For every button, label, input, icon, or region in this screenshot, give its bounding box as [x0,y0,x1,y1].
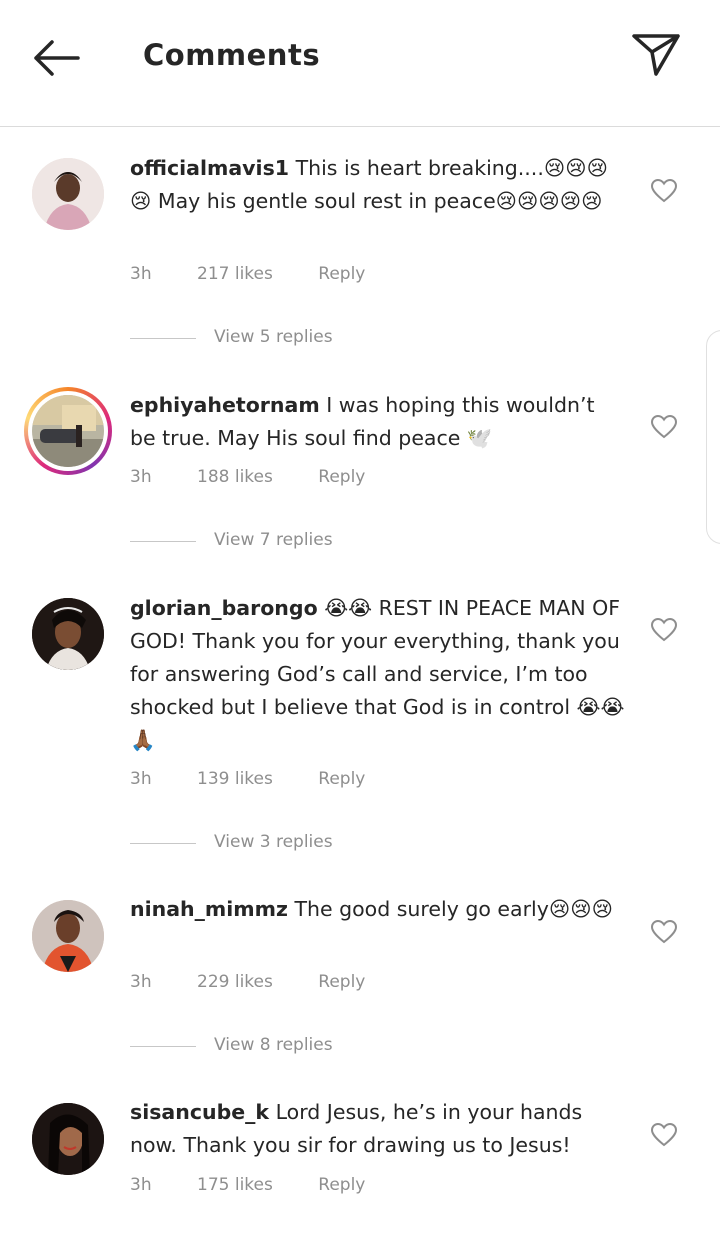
comment-username[interactable]: sisancube_k [130,1100,269,1124]
comment-text: ephiyahetornam I was hoping this wouldn’… [130,389,625,455]
avatar[interactable] [32,1103,104,1175]
view-replies-label[interactable]: View 3 replies [214,832,333,852]
comment-text: glorian_barongo 😭😭 REST IN PEACE MAN OF … [130,592,625,757]
divider [130,338,196,339]
view-replies-label[interactable]: View 8 replies [214,1035,333,1055]
reply-button[interactable]: Reply [318,264,365,284]
comment-meta: 3h 229 likes Reply [130,972,365,992]
comment-time: 3h [130,1175,152,1195]
heart-icon [650,1122,678,1147]
reply-button[interactable]: Reply [318,467,365,487]
comment-meta: 3h 217 likes Reply [130,264,365,284]
like-button[interactable] [650,178,678,204]
comment-likes[interactable]: 175 likes [197,1175,273,1195]
divider [130,1046,196,1047]
avatar[interactable] [32,158,104,230]
share-button[interactable] [628,28,684,80]
comment-time: 3h [130,972,152,992]
header: Comments [0,0,720,127]
reply-button[interactable]: Reply [318,769,365,789]
comment-body: The good surely go early😢😢😢 [294,897,613,921]
page-title: Comments [143,38,321,72]
heart-icon [650,617,678,642]
divider [130,843,196,844]
avatar-image [32,395,104,467]
comment-meta: 3h 188 likes Reply [130,467,365,487]
comment-username[interactable]: glorian_barongo [130,596,318,620]
comment-text: ninah_mimmz The good surely go early😢😢😢 [130,893,625,926]
view-replies-label[interactable]: View 7 replies [214,530,333,550]
avatar[interactable] [32,900,104,972]
comment-text: sisancube_k Lord Jesus, he’s in your han… [130,1096,625,1162]
like-button[interactable] [650,617,678,643]
side-panel-edge[interactable] [706,330,720,544]
comment-meta: 3h 175 likes Reply [130,1175,365,1195]
comment-likes[interactable]: 217 likes [197,264,273,284]
comment-time: 3h [130,467,152,487]
comment-username[interactable]: officialmavis1 [130,156,289,180]
like-button[interactable] [650,414,678,440]
avatar-image [32,1103,104,1175]
avatar-image [32,900,104,972]
avatar [32,395,104,467]
comment-text: officialmavis1 This is heart breaking...… [130,152,625,218]
heart-icon [650,919,678,944]
arrow-left-icon [34,40,80,76]
comment-meta: 3h 139 likes Reply [130,769,365,789]
comment-username[interactable]: ephiyahetornam [130,393,320,417]
heart-icon [650,178,678,203]
send-icon [632,34,680,76]
avatar-story-ring[interactable] [24,387,112,475]
comment-time: 3h [130,264,152,284]
reply-button[interactable]: Reply [318,1175,365,1195]
reply-button[interactable]: Reply [318,972,365,992]
comment-time: 3h [130,769,152,789]
avatar-image [32,158,104,230]
comment-username[interactable]: ninah_mimmz [130,897,288,921]
avatar-image [32,598,104,670]
comment-likes[interactable]: 139 likes [197,769,273,789]
back-button[interactable] [28,34,84,82]
heart-icon [650,414,678,439]
divider [130,541,196,542]
like-button[interactable] [650,919,678,945]
avatar[interactable] [32,598,104,670]
comment-likes[interactable]: 188 likes [197,467,273,487]
view-replies-label[interactable]: View 5 replies [214,327,333,347]
like-button[interactable] [650,1122,678,1148]
comment-likes[interactable]: 229 likes [197,972,273,992]
